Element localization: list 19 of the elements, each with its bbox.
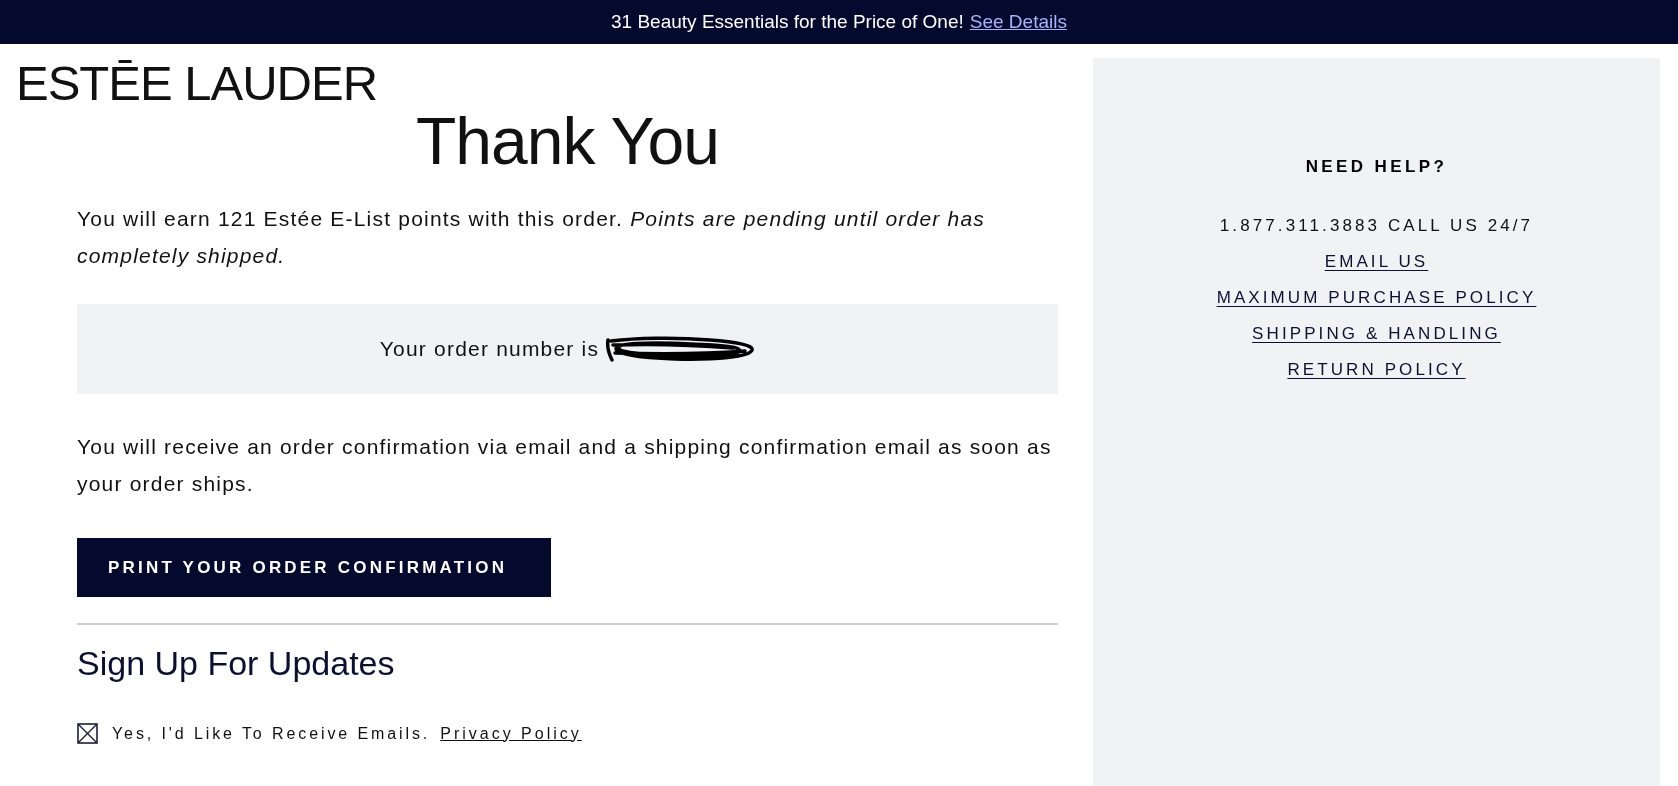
- phone-text: 1.877.311.3883 CALL US 24/7: [1219, 215, 1534, 237]
- points-note: You will earn 121 Estée E-List points with this order. Points are pending until order has completely shipped.: [77, 206, 986, 269]
- brand-logo[interactable]: ESTĒE LAUDER: [16, 58, 378, 108]
- page-title: Thank You: [416, 103, 719, 180]
- help-link[interactable]: RETURN POLICY: [1287, 352, 1466, 388]
- checkbox[interactable]: [77, 723, 98, 744]
- confirmation-note: You will receive an order confirmation via email and a shipping confirmation email as soon as your order ships.: [77, 434, 1053, 497]
- help-link[interactable]: SHIPPING & HANDLING: [1252, 316, 1501, 352]
- checkbox-label: Yes, I'd Like To Receive Emails.: [112, 724, 431, 743]
- help-link[interactable]: MAXIMUM PURCHASE POLICY: [1216, 280, 1537, 316]
- help-heading: NEED HELP?: [1305, 156, 1448, 178]
- see-details-link[interactable]: See Details: [969, 11, 1067, 33]
- order-number-label: Your order number is: [379, 337, 600, 361]
- promo-text: 31 Beauty Essentials for the Price of One!: [611, 11, 964, 33]
- signup-heading: Sign Up For Updates: [77, 643, 395, 684]
- privacy-policy-link[interactable]: Privacy Policy: [440, 724, 582, 743]
- help-link[interactable]: EMAIL US: [1324, 244, 1429, 280]
- scribble-icon: [605, 336, 756, 362]
- print-button[interactable]: PRINT YOUR ORDER CONFIRMATION: [77, 538, 552, 597]
